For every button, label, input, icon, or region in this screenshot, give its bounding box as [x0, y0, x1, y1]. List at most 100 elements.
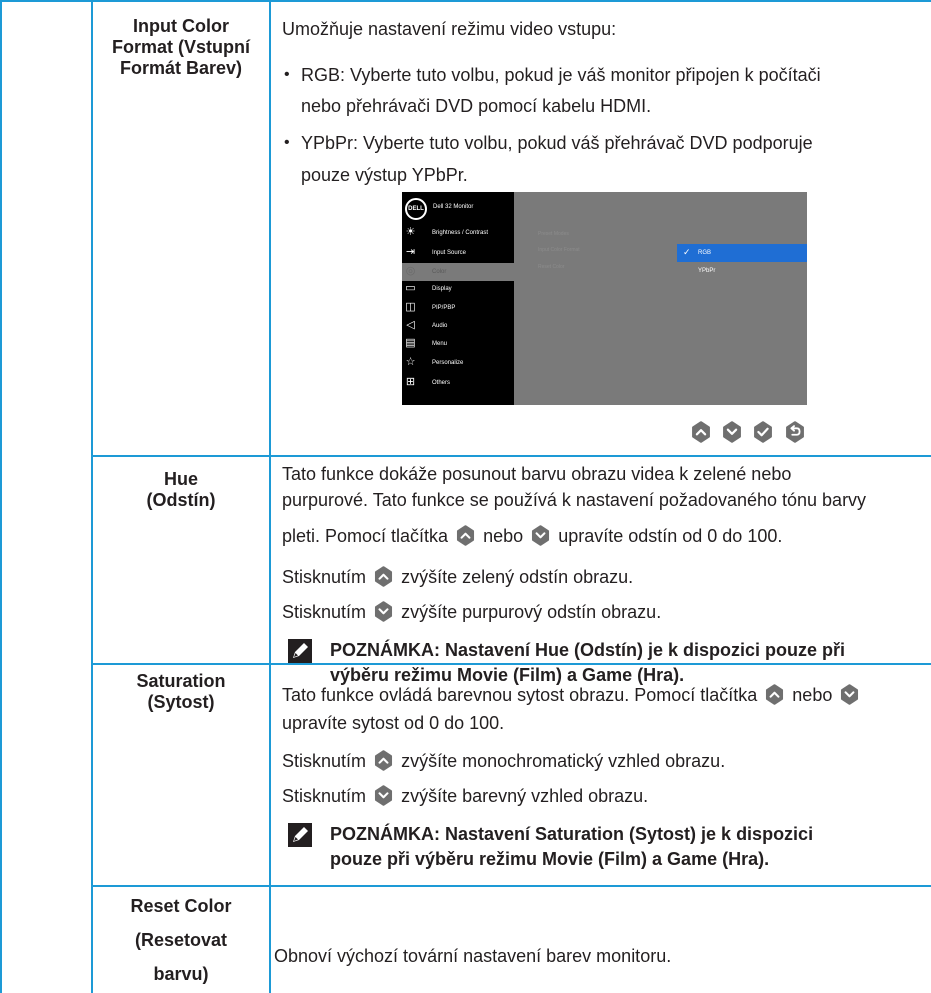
osd-option-label: YPbPr: [698, 268, 716, 274]
ypbpr-line1: : Vyberte tuto volbu, pokud váš přehráva…: [353, 133, 813, 153]
note-line: pouze při výběru režimu Movie (Film) a G…: [330, 849, 770, 869]
ypbpr-line2: pouze výstup YPbPr.: [301, 165, 468, 185]
table-top-border: [0, 0, 931, 2]
bullet-icon: •: [284, 66, 290, 83]
osd-item-menu: ▤ Menu: [402, 335, 514, 353]
display-icon: ▭: [405, 282, 416, 294]
hue-description-line3: pleti. Pomocí tlačítka nebo upravíte ods…: [282, 525, 782, 547]
osd-item-others: ⊞ Others: [402, 374, 514, 392]
rgb-term: RGB: [301, 65, 341, 85]
row-divider-hue: [91, 455, 931, 457]
note-line: POZNÁMKA: Nastavení Hue (Odstín) je k di…: [330, 640, 846, 660]
osd-item-audio: ◁ Audio: [402, 317, 514, 335]
rgb-line2: nebo přehrávači DVD pomocí kabelu HDMI.: [301, 96, 652, 116]
back-button-icon: [784, 421, 806, 443]
note-line: POZNÁMKA: Nastavení Saturation (Sytost) …: [330, 824, 814, 844]
text-segment: Stisknutím: [282, 567, 367, 587]
up-button-icon: [373, 750, 394, 771]
sun-icon: ☀: [405, 226, 416, 238]
osd-option-rgb: ✓ RGB: [677, 244, 807, 262]
text-segment: upravíte odstín od 0 do 100.: [558, 526, 783, 546]
text-segment: Stisknutím: [282, 602, 367, 622]
osd-submenu-reset-color: Reset Color: [538, 264, 565, 270]
saturation-press-up: Stisknutím zvýšíte monochromatický vzhle…: [282, 750, 725, 772]
saturation-description-line1: Tato funkce ovládá barevnou sytost obraz…: [282, 684, 862, 706]
text-segment: Stisknutím: [282, 751, 367, 771]
osd-item-color: ◎ Color: [402, 263, 514, 281]
note-pencil-icon: [288, 823, 312, 847]
table-column-divider-2: [269, 0, 271, 993]
label-line: Format (Vstupní: [112, 37, 250, 57]
label-line: barvu): [153, 964, 209, 984]
rgb-line1: : Vyberte tuto volbu, pokud je váš monit…: [340, 65, 821, 85]
saturation-label: Saturation (Sytost): [94, 671, 268, 713]
reset-color-description: Obnoví výchozí tovární nastavení barev m…: [274, 946, 672, 966]
input-color-format-intro: Umožňuje nastavení režimu video vstupu:: [282, 19, 617, 39]
down-button-icon: [373, 601, 394, 622]
label-line: Reset Color: [130, 896, 232, 916]
input-color-format-label: Input Color Format (Vstupní Formát Barev…: [94, 16, 268, 79]
color-icon: ◎: [405, 265, 416, 277]
osd-item-input-source: ⇥ Input Source: [402, 244, 514, 262]
hue-label: Hue (Odstín): [94, 469, 268, 511]
hue-description-line2: purpurové. Tato funkce se používá k nast…: [282, 490, 867, 510]
down-button-icon: [721, 421, 743, 443]
ypbpr-description: YPbPr: Vyberte tuto volbu, pokud váš pře…: [301, 132, 813, 154]
osd-option-ypbpr: YPbPr: [677, 262, 807, 280]
up-button-icon: [690, 421, 712, 443]
osd-item-label: PIP/PBP: [432, 305, 456, 311]
osd-item-label: Color: [432, 269, 447, 275]
osd-item-brightness-contrast: ☀ Brightness / Contrast: [402, 224, 514, 242]
label-line: (Sytost): [147, 692, 215, 712]
osd-item-pip-pbp: ◫ PIP/PBP: [402, 299, 514, 317]
text-segment: zvýšíte zelený odstín obrazu.: [401, 567, 634, 587]
up-button-icon: [764, 684, 785, 705]
text-segment: nebo: [792, 685, 833, 705]
text-segment: Tato funkce ovládá barevnou sytost obraz…: [282, 685, 758, 705]
osd-item-label: Personalize: [432, 360, 464, 366]
osd-item-display: ▭ Display: [402, 280, 514, 298]
osd-item-label: Input Source: [432, 250, 467, 256]
saturation-note: POZNÁMKA: Nastavení Saturation (Sytost) …: [330, 822, 925, 872]
text-segment: nebo: [483, 526, 524, 546]
table-left-border: [0, 0, 2, 993]
label-line: Input Color: [133, 16, 229, 36]
reset-color-label: Reset Color (Resetovat barvu): [94, 889, 268, 991]
note-pencil-icon: [288, 639, 312, 663]
check-icon: ✓: [683, 247, 691, 257]
hue-note: POZNÁMKA: Nastavení Hue (Odstín) je k di…: [330, 638, 925, 688]
table-column-divider-1: [91, 0, 93, 993]
osd-item-label: Others: [432, 380, 451, 386]
osd-item-label: Display: [432, 286, 452, 292]
saturation-description-line2: upravíte sytost od 0 do 100.: [282, 713, 505, 733]
dell-logo: DELL: [405, 198, 427, 220]
osd-item-personalize: ☆ Personalize: [402, 354, 514, 372]
saturation-press-down: Stisknutím zvýšíte barevný vzhled obrazu…: [282, 785, 648, 807]
check-button-icon: [752, 421, 774, 443]
rgb-description: RGB: Vyberte tuto volbu, pokud je váš mo…: [301, 64, 821, 86]
hue-description-line1: Tato funkce dokáže posunout barvu obrazu…: [282, 464, 792, 484]
osd-menu-screenshot: DELL Dell 32 Monitor ☀ Brightness / Cont…: [402, 192, 807, 405]
hue-press-down: Stisknutím zvýšíte purpurový odstín obra…: [282, 601, 661, 623]
hue-press-up: Stisknutím zvýšíte zelený odstín obrazu.: [282, 566, 633, 588]
osd-item-label: Audio: [432, 323, 448, 329]
label-line: (Odstín): [146, 490, 216, 510]
osd-item-label: Brightness / Contrast: [432, 230, 489, 236]
osd-item-label: Menu: [432, 341, 448, 347]
osd-submenu-input-color-format: Input Color Format: [538, 247, 580, 253]
row-divider-reset-color: [91, 885, 931, 887]
osd-title: Dell 32 Monitor: [433, 204, 474, 210]
star-icon: ☆: [405, 356, 416, 368]
text-segment: zvýšíte barevný vzhled obrazu.: [401, 786, 649, 806]
down-button-icon: [530, 525, 551, 546]
label-line: Hue: [163, 469, 198, 489]
down-button-icon: [373, 785, 394, 806]
down-button-icon: [839, 684, 860, 705]
menu-icon: ▤: [405, 337, 416, 349]
speaker-icon: ◁: [406, 319, 415, 331]
up-button-icon: [373, 566, 394, 587]
label-line: Saturation: [136, 671, 226, 691]
text-segment: pleti. Pomocí tlačítka: [282, 526, 449, 546]
text-segment: zvýšíte monochromatický vzhled obrazu.: [401, 751, 726, 771]
label-line: Formát Barev): [119, 58, 243, 78]
